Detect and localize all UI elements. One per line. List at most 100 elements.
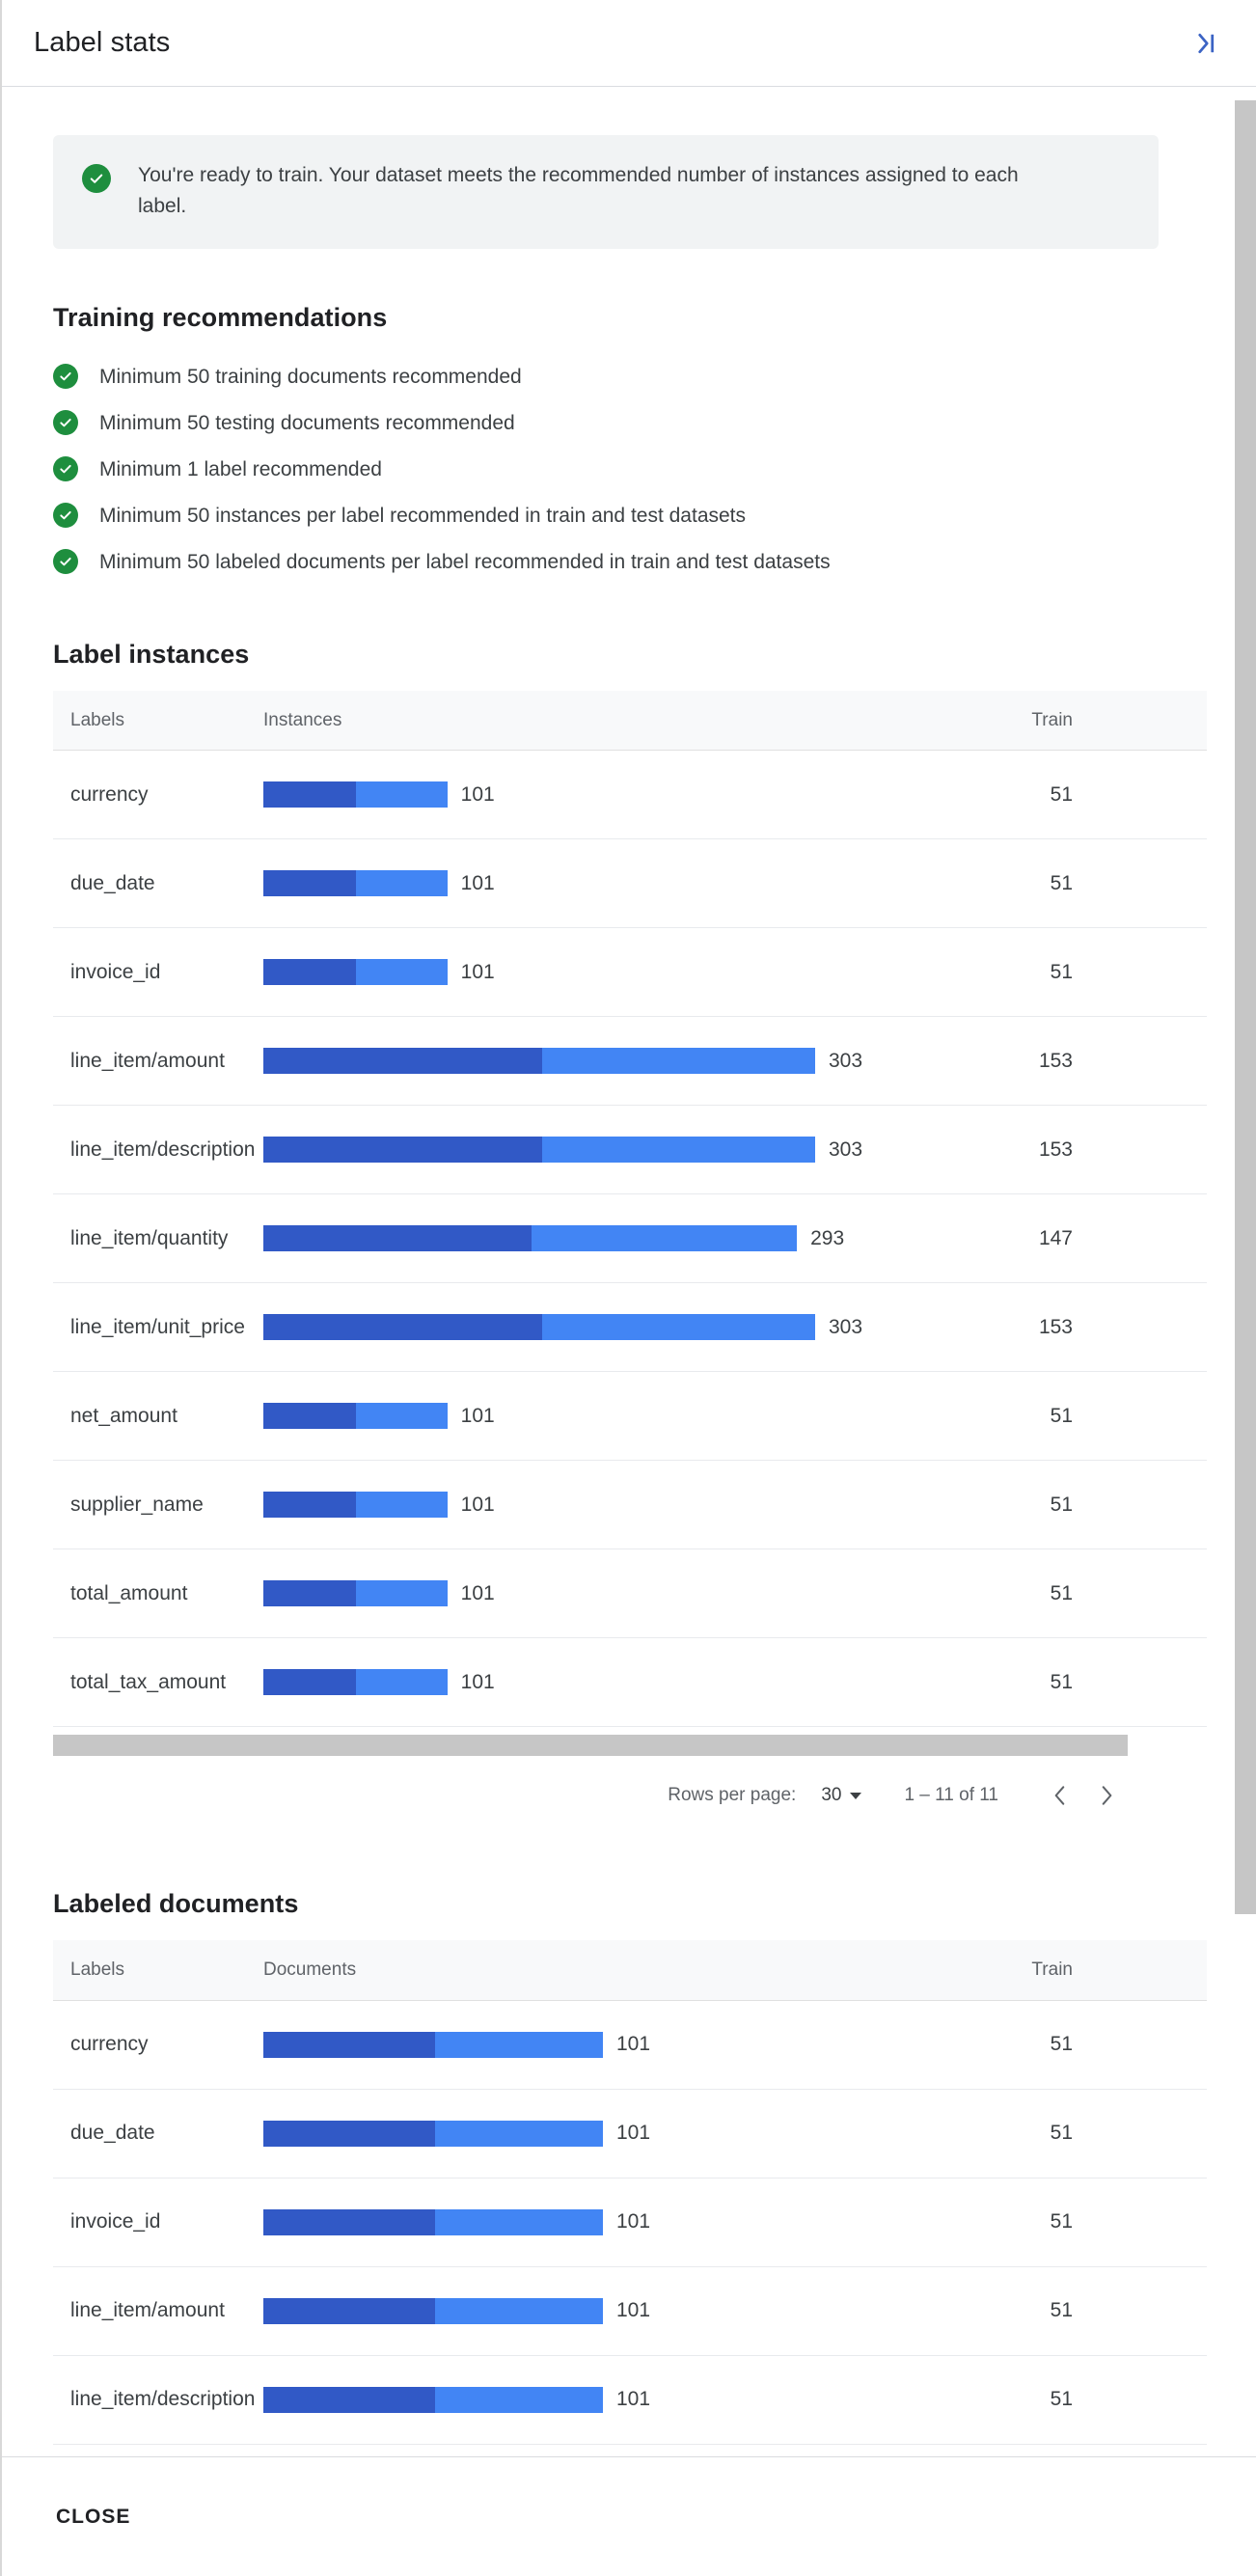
- row-total-value: 293: [810, 1227, 844, 1250]
- bar-segment-train: [263, 1225, 532, 1251]
- labeled-documents-rows: currency1015150due_date1015150invoice_id…: [53, 2000, 1207, 2444]
- stacked-bar: [263, 1137, 815, 1163]
- bar-segment-test: [435, 2387, 603, 2413]
- scrollbar-thumb[interactable]: [1235, 100, 1256, 1914]
- column-header-labels[interactable]: Labels: [53, 691, 246, 751]
- row-total-value: 101: [461, 961, 495, 984]
- row-train-value: 51: [902, 928, 1090, 1017]
- row-bar-cell: 101: [246, 928, 902, 1017]
- stacked-bar: [263, 2387, 603, 2413]
- row-total-value: 101: [616, 2033, 650, 2056]
- row-train-value: 51: [902, 2178, 1090, 2266]
- row-train-value: 51: [902, 1372, 1090, 1461]
- row-bar-cell: 101: [246, 839, 902, 928]
- row-label: due_date: [53, 839, 246, 928]
- bar-segment-test: [356, 1669, 447, 1695]
- row-total-value: 101: [461, 1405, 495, 1428]
- table-row: line_item/description1015150: [53, 2355, 1207, 2444]
- row-bar-cell: 303: [246, 1106, 902, 1194]
- table-row: total_amount1015150: [53, 1549, 1207, 1638]
- stacked-bar: [263, 1225, 797, 1251]
- labeled-documents-heading: Labeled documents: [53, 1889, 1212, 1919]
- row-total-value: 303: [829, 1050, 862, 1073]
- row-train-value: 147: [902, 1194, 1090, 1283]
- banner-message: You're ready to train. Your dataset meet…: [138, 160, 1064, 222]
- bar-segment-test: [542, 1137, 815, 1163]
- row-test-value: 150: [1090, 1106, 1207, 1194]
- bar-segment-test: [356, 1492, 447, 1518]
- row-total-value: 101: [461, 1582, 495, 1605]
- chevron-down-icon: [850, 1793, 861, 1799]
- row-bar-cell: 101: [246, 1549, 902, 1638]
- row-total-value: 303: [829, 1316, 862, 1339]
- row-test-value: 150: [1090, 1283, 1207, 1372]
- row-train-value: 51: [902, 839, 1090, 928]
- bar-segment-test: [542, 1314, 815, 1340]
- bar-segment-train: [263, 959, 356, 985]
- panel-vertical-scrollbar[interactable]: [1229, 87, 1256, 2456]
- column-header-instances[interactable]: Instances: [246, 691, 902, 751]
- column-header-labels[interactable]: Labels: [53, 1940, 246, 2000]
- recommendation-text: Minimum 50 training documents recommende…: [99, 366, 522, 389]
- row-total-value: 101: [461, 1671, 495, 1694]
- column-header-documents[interactable]: Documents: [246, 1940, 902, 2000]
- bar-segment-test: [435, 2298, 603, 2324]
- recommendation-text: Minimum 1 label recommended: [99, 458, 382, 481]
- row-test-value: 50: [1090, 2266, 1207, 2355]
- rows-per-page-select[interactable]: 30: [821, 1785, 861, 1806]
- table-horizontal-scrollbar[interactable]: [53, 1735, 1207, 1756]
- bar-segment-train: [263, 1314, 542, 1340]
- table-row: invoice_id1015150: [53, 2178, 1207, 2266]
- chevron-left-icon[interactable]: [1037, 1772, 1083, 1819]
- close-button[interactable]: CLOSE: [42, 2494, 144, 2540]
- stacked-bar: [263, 1314, 815, 1340]
- stacked-bar: [263, 1492, 448, 1518]
- label-instances-rows: currency1015150due_date1015150invoice_id…: [53, 751, 1207, 1727]
- chevron-right-icon[interactable]: [1083, 1772, 1130, 1819]
- bar-segment-test: [435, 2032, 603, 2058]
- stacked-bar: [263, 2209, 603, 2235]
- column-header-test[interactable]: T: [1090, 1940, 1207, 2000]
- bar-segment-test: [435, 2121, 603, 2147]
- stacked-bar: [263, 781, 448, 808]
- page-range-label: 1 – 11 of 11: [904, 1785, 998, 1806]
- row-total-value: 101: [616, 2210, 650, 2233]
- row-test-value: 50: [1090, 1638, 1207, 1727]
- table-header-row: Labels Instances Train T: [53, 691, 1207, 751]
- row-bar-cell: 101: [246, 2178, 902, 2266]
- row-train-value: 153: [902, 1283, 1090, 1372]
- row-label: currency: [53, 751, 246, 839]
- list-item: Minimum 50 labeled documents per label r…: [53, 539, 1212, 586]
- scrollbar-thumb[interactable]: [53, 1735, 1128, 1756]
- column-header-test[interactable]: T: [1090, 691, 1207, 751]
- column-header-train[interactable]: Train: [902, 691, 1090, 751]
- row-test-value: 50: [1090, 1549, 1207, 1638]
- row-total-value: 101: [616, 2388, 650, 2411]
- table-row: due_date1015150: [53, 839, 1207, 928]
- stacked-bar: [263, 870, 448, 896]
- rows-per-page-value: 30: [821, 1785, 841, 1806]
- row-label: supplier_name: [53, 1461, 246, 1549]
- bar-segment-train: [263, 1669, 356, 1695]
- row-test-value: 50: [1090, 928, 1207, 1017]
- row-bar-cell: 101: [246, 2266, 902, 2355]
- row-test-value: 50: [1090, 2178, 1207, 2266]
- stacked-bar: [263, 1048, 815, 1074]
- list-item: Minimum 50 testing documents recommended: [53, 400, 1212, 447]
- row-test-value: 50: [1090, 2355, 1207, 2444]
- bar-segment-test: [356, 1580, 447, 1606]
- list-item: Minimum 1 label recommended: [53, 447, 1212, 493]
- table-header-row: Labels Documents Train T: [53, 1940, 1207, 2000]
- table-row: invoice_id1015150: [53, 928, 1207, 1017]
- label-instances-paginator: Rows per page: 30 1 – 11 of 11: [53, 1756, 1207, 1835]
- row-bar-cell: 101: [246, 1638, 902, 1727]
- bar-segment-test: [356, 959, 447, 985]
- list-item: Minimum 50 instances per label recommend…: [53, 493, 1212, 539]
- bar-segment-train: [263, 781, 356, 808]
- table-row: line_item/unit_price303153150: [53, 1283, 1207, 1372]
- collapse-panel-right-icon[interactable]: [1185, 22, 1227, 65]
- column-header-train[interactable]: Train: [902, 1940, 1090, 2000]
- labeled-documents-table: Labels Documents Train T currency1015150…: [53, 1940, 1207, 2445]
- row-total-value: 303: [829, 1138, 862, 1162]
- table-row: currency1015150: [53, 751, 1207, 839]
